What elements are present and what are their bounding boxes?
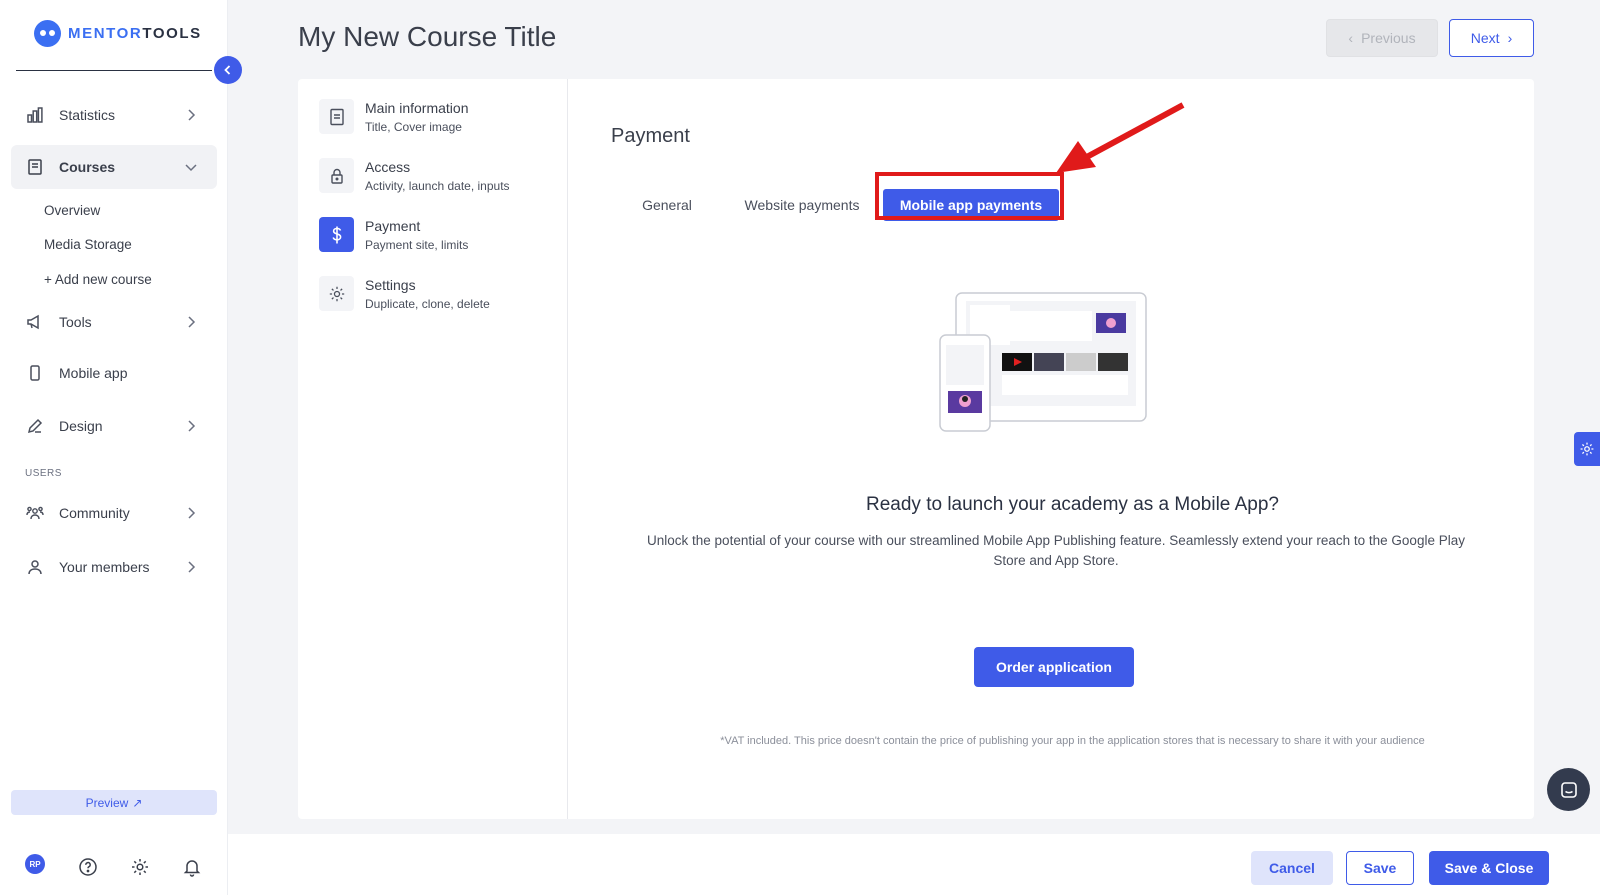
step-subtitle: Title, Cover image xyxy=(365,119,462,134)
chevron-right-icon xyxy=(188,316,196,328)
chevron-right-icon xyxy=(188,507,196,519)
sidebar-item-courses[interactable]: Courses xyxy=(11,145,217,189)
sidebar-item-tools[interactable]: Tools xyxy=(11,300,217,344)
logo-icon xyxy=(34,20,61,47)
chevron-left-icon: ‹ xyxy=(1348,30,1354,46)
lock-icon xyxy=(319,158,354,193)
step-subtitle: Duplicate, clone, delete xyxy=(365,296,490,311)
step-settings[interactable]: Settings Duplicate, clone, delete xyxy=(319,276,490,311)
previous-button[interactable]: ‹ Previous xyxy=(1326,19,1438,57)
settings-tab-button[interactable] xyxy=(1574,432,1600,466)
sidebar-subitem-media-storage[interactable]: Media Storage xyxy=(44,237,132,252)
next-label: Next xyxy=(1470,30,1500,46)
brand-name-prefix: MENTOR xyxy=(68,25,143,42)
book-icon xyxy=(25,157,45,177)
step-title: Payment xyxy=(365,217,421,234)
pencil-icon xyxy=(25,416,45,436)
chevron-left-icon xyxy=(224,65,231,75)
sidebar-item-community[interactable]: Community xyxy=(11,491,217,535)
sidebar-divider xyxy=(16,70,212,71)
sidebar-item-your-members[interactable]: Your members xyxy=(11,545,217,589)
external-link-icon: ↗ xyxy=(132,795,143,810)
step-subtitle: Activity, launch date, inputs xyxy=(365,178,510,193)
brand-name-suffix: TOOLS xyxy=(142,25,202,42)
step-main-information[interactable]: Main information Title, Cover image xyxy=(319,99,469,134)
chat-icon xyxy=(1560,781,1577,798)
sidebar-item-label: Tools xyxy=(59,314,92,330)
dollar-icon xyxy=(319,217,354,252)
mobile-app-illustration xyxy=(939,292,1147,432)
preview-label: Preview xyxy=(85,795,129,810)
step-title: Settings xyxy=(365,276,416,293)
sidebar: MENTORTOOLS Statistics Courses Overview … xyxy=(0,0,228,895)
preview-button[interactable]: Preview ↗ xyxy=(11,790,217,815)
chevron-right-icon xyxy=(188,109,196,121)
phone-icon xyxy=(25,363,45,383)
help-icon[interactable] xyxy=(75,854,101,880)
payment-section-title: Payment xyxy=(611,125,690,147)
tab-website-payments[interactable]: Website payments xyxy=(740,189,864,221)
gear-icon xyxy=(319,276,354,311)
tab-general[interactable]: General xyxy=(632,189,702,221)
sidebar-item-label: Your members xyxy=(59,559,150,575)
order-application-button[interactable]: Order application xyxy=(974,647,1134,687)
sidebar-item-label: Courses xyxy=(59,159,116,175)
chevron-right-icon xyxy=(188,420,196,432)
sidebar-item-mobile-app[interactable]: Mobile app xyxy=(11,351,217,395)
vat-note: *VAT included. This price doesn't contai… xyxy=(720,735,1425,747)
promo-title: Ready to launch your academy as a Mobile… xyxy=(866,494,1279,515)
course-steps-nav: Main information Title, Cover image Acce… xyxy=(298,79,568,819)
step-subtitle: Payment site, limits xyxy=(365,237,469,252)
gear-icon xyxy=(1580,442,1594,456)
sidebar-item-label: Community xyxy=(59,505,130,521)
sidebar-item-label: Statistics xyxy=(59,107,116,123)
step-title: Main information xyxy=(365,99,469,116)
group-icon xyxy=(25,503,45,523)
red-arrow-annotation xyxy=(1056,102,1185,173)
step-title: Access xyxy=(365,158,411,175)
save-and-close-button[interactable]: Save & Close xyxy=(1429,851,1549,885)
sidebar-item-label: Design xyxy=(59,418,103,434)
chevron-down-icon xyxy=(185,164,197,172)
gear-icon[interactable] xyxy=(127,854,153,880)
section-label-users: USERS xyxy=(25,468,62,479)
step-access[interactable]: Access Activity, launch date, inputs xyxy=(319,158,510,193)
bar-chart-icon xyxy=(25,105,45,125)
brand-logo[interactable]: MENTORTOOLS xyxy=(34,20,202,47)
chat-launcher-button[interactable] xyxy=(1547,768,1590,811)
cancel-button[interactable]: Cancel xyxy=(1251,851,1333,885)
previous-label: Previous xyxy=(1361,30,1416,46)
course-editor-card: Main information Title, Cover image Acce… xyxy=(298,79,1534,819)
save-button[interactable]: Save xyxy=(1346,851,1414,885)
collapse-sidebar-button[interactable] xyxy=(214,56,242,84)
sidebar-item-label: Mobile app xyxy=(59,365,128,381)
step-payment[interactable]: Payment Payment site, limits xyxy=(319,217,468,252)
chevron-right-icon xyxy=(188,561,196,573)
avatar[interactable]: RP xyxy=(25,854,45,874)
sidebar-item-statistics[interactable]: Statistics xyxy=(11,93,217,137)
user-icon xyxy=(25,557,45,577)
bell-icon[interactable] xyxy=(179,854,205,880)
promo-text: Unlock the potential of your course with… xyxy=(647,533,1465,568)
sidebar-subitem-overview[interactable]: Overview xyxy=(44,203,100,218)
chevron-right-icon: › xyxy=(1507,30,1513,46)
sidebar-item-design[interactable]: Design xyxy=(11,404,217,448)
document-icon xyxy=(319,99,354,134)
highlight-box xyxy=(875,172,1064,220)
sidebar-subitem-add-course[interactable]: + Add new course xyxy=(44,272,152,287)
megaphone-icon xyxy=(25,312,45,332)
page-title: My New Course Title xyxy=(298,21,557,52)
next-button[interactable]: Next › xyxy=(1449,19,1534,57)
